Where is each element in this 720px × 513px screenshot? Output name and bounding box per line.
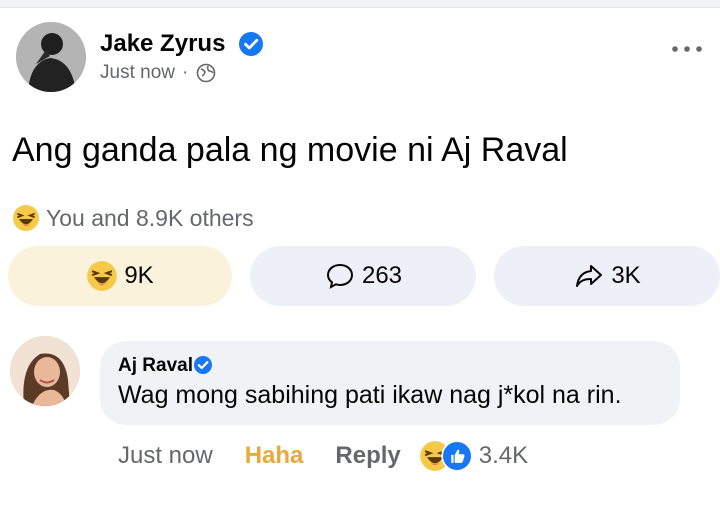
react-count: 9K [124, 262, 154, 289]
comment-button[interactable]: 263 [250, 246, 476, 306]
more-options-icon[interactable] [668, 38, 706, 60]
comment-reactions-icons[interactable] [419, 440, 473, 472]
verified-badge-icon [194, 356, 212, 374]
share-button[interactable]: 3K [494, 246, 720, 306]
comment-bubble-icon [326, 263, 353, 289]
comment-reaction-count: 3.4K [478, 442, 529, 469]
post-text: Ang ganda pala ng movie ni Aj Raval [12, 131, 568, 169]
commenter-avatar[interactable] [10, 336, 80, 406]
commenter-name[interactable]: Aj Raval [118, 355, 193, 377]
like-thumb-icon [441, 440, 473, 472]
meta-separator: · [181, 62, 189, 83]
haha-emoji-icon [13, 205, 39, 231]
share-arrow-icon [576, 265, 603, 287]
post-meta: Just now · [100, 62, 216, 84]
top-divider [0, 0, 720, 8]
react-button[interactable]: 9K [8, 246, 232, 306]
comment-actions: Just now Haha Reply 3.4K [118, 440, 528, 472]
reactions-summary-text: You and 8.9K others [46, 204, 254, 231]
comment-timestamp[interactable]: Just now [118, 442, 213, 470]
author-avatar[interactable] [16, 22, 86, 92]
author-name[interactable]: Jake Zyrus [100, 30, 225, 58]
comment-count: 263 [361, 262, 403, 289]
post-timestamp[interactable]: Just now [100, 62, 175, 84]
verified-badge-icon [239, 32, 263, 56]
haha-button[interactable]: Haha [245, 442, 304, 470]
share-count: 3K [611, 262, 641, 289]
reactions-summary[interactable]: You and 8.9K others [12, 204, 254, 232]
globe-icon [197, 63, 216, 83]
haha-emoji-icon [87, 261, 118, 291]
reply-button[interactable]: Reply [335, 442, 400, 470]
comment-text: Wag mong sabihing pati ikaw nag j*kol na… [118, 381, 622, 409]
